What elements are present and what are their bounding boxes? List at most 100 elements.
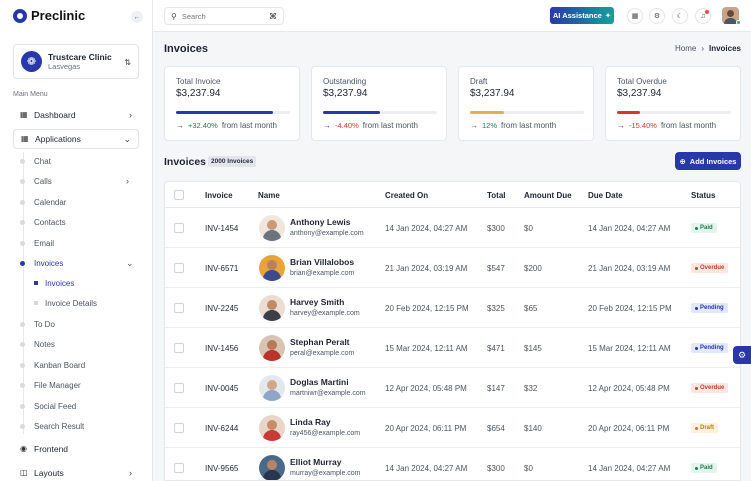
trend-suffix: from last month <box>221 121 277 130</box>
row-checkbox[interactable] <box>174 263 184 273</box>
table-row[interactable]: INV-9565 Elliot Murray murray@example.com 1… <box>165 448 740 480</box>
sub-item-label: To Do <box>34 319 55 329</box>
sub-item-label: Social Feed <box>34 401 77 411</box>
sidebar-sub-file-manager[interactable]: File Manager <box>20 378 81 392</box>
column-header-total[interactable]: Total <box>487 191 506 200</box>
sidebar-item-frontend[interactable]: ◉ Frontend <box>13 439 139 459</box>
column-header-name[interactable]: Name <box>258 191 280 200</box>
select-all-checkbox[interactable] <box>174 190 184 200</box>
avatar-head <box>267 260 277 270</box>
chevron-down-icon: ⌄ <box>126 257 134 268</box>
dot-icon <box>20 260 25 266</box>
sidebar-item-applications[interactable]: ▦ Applications ⌄ <box>13 129 139 149</box>
avatar-body <box>263 470 281 480</box>
avatar-head <box>267 220 277 230</box>
sidebar-sub-email[interactable]: Email <box>20 236 54 250</box>
invoice-id[interactable]: INV-2245 <box>205 304 238 313</box>
invoice-id[interactable]: INV-1454 <box>205 224 238 233</box>
customer-name[interactable]: Harvey Smith <box>290 297 344 307</box>
table-row[interactable]: INV-6571 Brian Villalobos brian@example.co… <box>165 248 740 288</box>
status-badge: Overdue <box>691 383 729 393</box>
clinic-location: Lasvegas <box>48 62 81 71</box>
avatar-body <box>263 270 281 281</box>
customer-name[interactable]: Anthony Lewis <box>290 217 350 227</box>
sidebar-sub-social-feed[interactable]: Social Feed <box>20 399 76 413</box>
table-row[interactable]: INV-0045 Doglas Martini martniwr@example.c… <box>165 368 740 408</box>
progress-track <box>176 111 290 114</box>
sidebar-sub-kanban[interactable]: Kanban Board <box>20 358 85 372</box>
settings-float-button[interactable]: ⚙ <box>733 346 751 364</box>
customer-name[interactable]: Doglas Martini <box>290 377 349 387</box>
sidebar-sub-invoices[interactable]: Invoices ⌄ <box>20 256 134 270</box>
trend-value: +32.40% <box>188 121 218 130</box>
due-date: 14 Jan 2024, 04:27 AM <box>588 224 671 233</box>
invoice-id[interactable]: INV-6244 <box>205 424 238 433</box>
invoice-id[interactable]: INV-0045 <box>205 384 238 393</box>
sidebar-item-layouts[interactable]: ◫ Layouts › <box>13 463 139 481</box>
grid-icon: ▦ <box>20 110 28 119</box>
layout-icon: ◫ <box>20 468 28 477</box>
row-checkbox[interactable] <box>174 223 184 233</box>
chevron-down-icon: ⌄ <box>123 133 131 144</box>
sparkle-icon: ✦ <box>604 11 612 20</box>
clinic-switcher[interactable]: ❁ Trustcare Clinic Lasvegas ⇅ <box>13 44 139 79</box>
brand-logo[interactable]: Preclinic <box>13 8 85 23</box>
total: $654 <box>487 424 505 433</box>
sidebar-item-label: Frontend <box>34 444 69 454</box>
avatar-body <box>263 350 281 361</box>
ai-assistance-button[interactable]: AI Assistance ✦ <box>550 7 614 24</box>
customer-name[interactable]: Brian Villalobos <box>290 257 354 267</box>
invoice-id[interactable]: INV-9565 <box>205 464 238 473</box>
gear-icon: ⚙ <box>737 349 747 360</box>
breadcrumb-home[interactable]: Home <box>675 44 696 53</box>
invoice-id[interactable]: INV-1456 <box>205 344 238 353</box>
table-row[interactable]: INV-1454 Anthony Lewis anthony@example.com… <box>165 208 740 248</box>
customer-name[interactable]: Elliot Murray <box>290 457 341 467</box>
row-checkbox[interactable] <box>174 343 184 353</box>
table-row[interactable]: INV-6244 Linda Ray ray456@example.com 20 Ap… <box>165 408 740 448</box>
invoice-id[interactable]: INV-6571 <box>205 264 238 273</box>
customer-name[interactable]: Linda Ray <box>290 417 331 427</box>
sidebar-sub-chat[interactable]: Chat <box>20 154 51 168</box>
progress-fill <box>176 111 273 114</box>
sidebar-sub-calls[interactable]: Calls › <box>20 174 129 188</box>
stat-value: $3,237.94 <box>617 88 662 99</box>
sidebar-sub-search-result[interactable]: Search Result <box>20 419 84 433</box>
due-date: 14 Jan 2024, 04:27 AM <box>588 464 671 473</box>
amount-due: $0 <box>524 464 533 473</box>
row-checkbox[interactable] <box>174 423 184 433</box>
add-invoice-button[interactable]: ⊕ Add Invoices <box>675 152 741 170</box>
column-header-due-date[interactable]: Due Date <box>588 191 623 200</box>
sidebar-subsub-invoices[interactable]: Invoices <box>34 276 74 290</box>
sidebar-subsub-invoice-details[interactable]: Invoice Details <box>34 296 97 310</box>
sub-item-label: Invoices <box>34 258 64 268</box>
progress-track <box>617 111 731 114</box>
calendar-icon[interactable]: ▦ <box>627 8 643 24</box>
row-checkbox[interactable] <box>174 383 184 393</box>
sidebar-item-dashboard[interactable]: ▦ Dashboard › <box>13 105 139 125</box>
sidebar-collapse-button[interactable]: ← <box>131 11 143 23</box>
customer-name[interactable]: Stephan Peralt <box>290 337 350 347</box>
sidebar-sub-todo[interactable]: To Do <box>20 317 55 331</box>
search-input[interactable] <box>181 11 262 21</box>
column-header-status[interactable]: Status <box>691 191 715 200</box>
dark-mode-icon[interactable]: ☾ <box>672 8 688 24</box>
notification-icon[interactable]: ♫ <box>695 8 711 24</box>
brand-name: Preclinic <box>31 8 86 23</box>
column-header-created[interactable]: Created On <box>385 191 428 200</box>
column-header-amount-due[interactable]: Amount Due <box>524 191 572 200</box>
sidebar-sub-calendar[interactable]: Calendar <box>20 195 66 209</box>
settings-icon[interactable]: ⚙ <box>649 8 665 24</box>
sidebar-item-label: Layouts <box>34 468 64 478</box>
column-header-invoice[interactable]: Invoice <box>205 191 233 200</box>
dot-icon <box>20 423 25 429</box>
table-row[interactable]: INV-1456 Stephan Peralt peral@example.com 1… <box>165 328 740 368</box>
due-date: 20 Feb 2024, 12:15 PM <box>588 304 672 313</box>
customer-email: anthony@example.com <box>290 230 364 237</box>
sidebar-sub-notes[interactable]: Notes <box>20 337 55 351</box>
table-row[interactable]: INV-2245 Harvey Smith harvey@example.com 20… <box>165 288 740 328</box>
row-checkbox[interactable] <box>174 463 184 473</box>
sidebar-sub-contacts[interactable]: Contacts <box>20 215 66 229</box>
search-box[interactable]: ⚲ ⌘ <box>164 7 284 25</box>
row-checkbox[interactable] <box>174 303 184 313</box>
